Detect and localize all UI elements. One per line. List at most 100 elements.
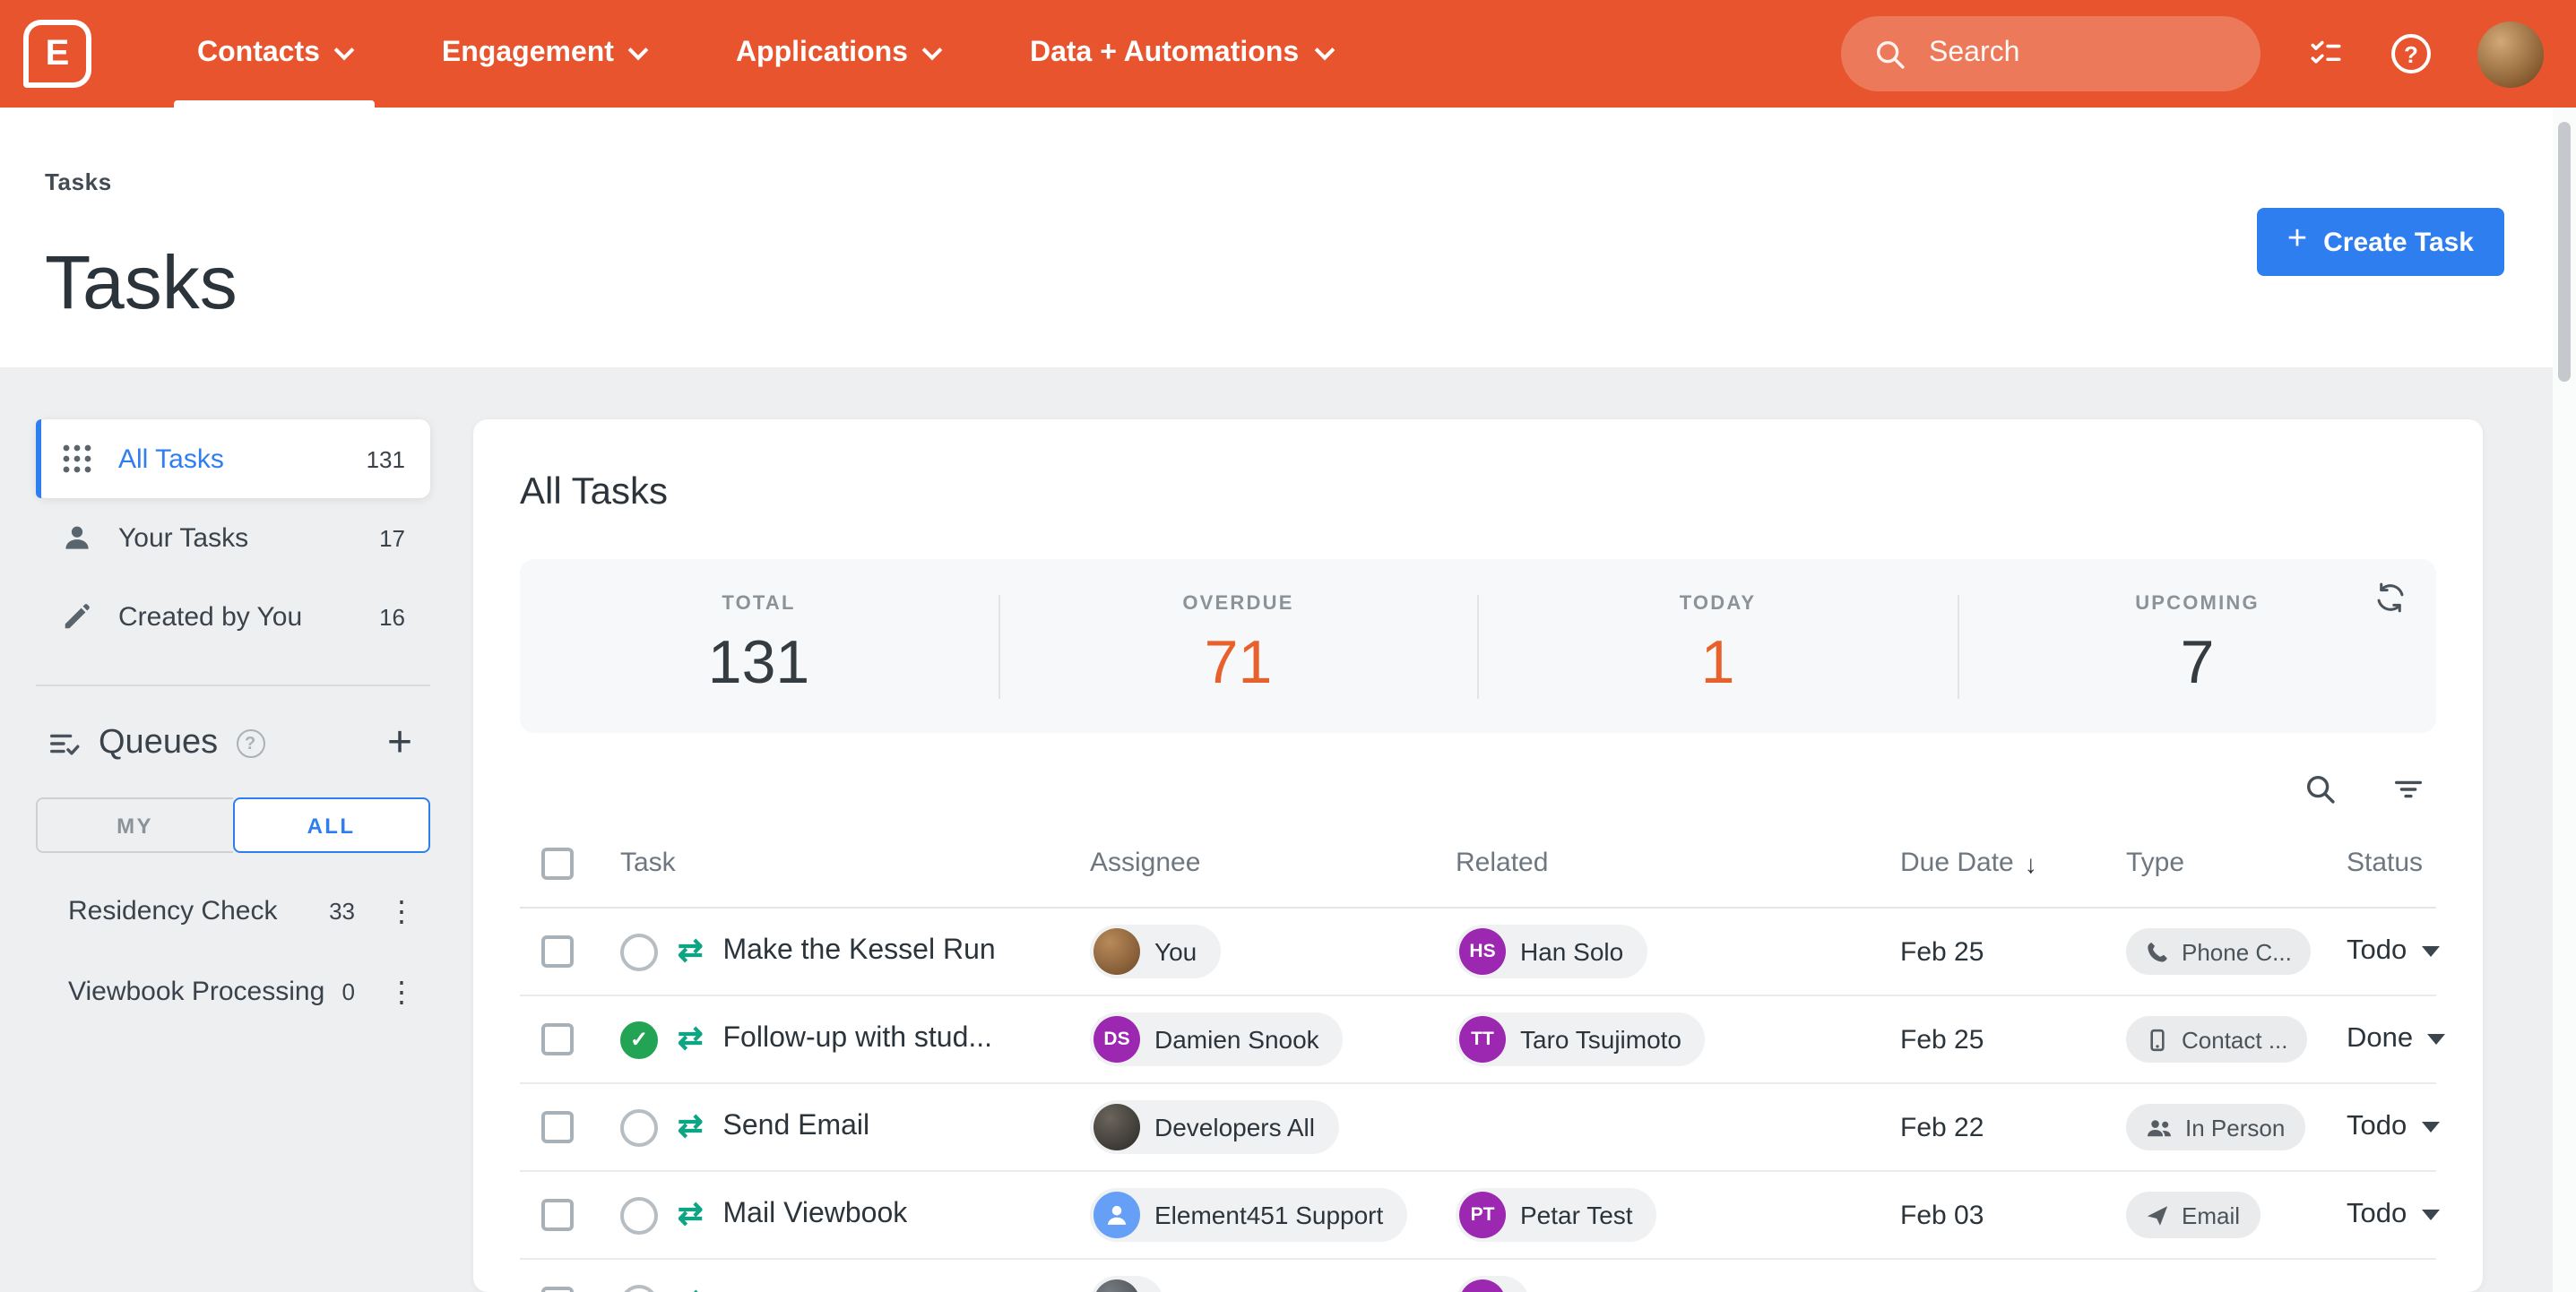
photo-avatar (1094, 1104, 1140, 1150)
nav-item-contacts[interactable]: Contacts (174, 0, 376, 108)
select-all-checkbox[interactable] (541, 847, 574, 879)
table-row: ⇄ Make the Kessel Run You HS Han Solo Feb 25 P… (520, 909, 2440, 996)
assignee-chip[interactable] (1090, 1276, 1163, 1292)
queue-item-viewbook-processing[interactable]: Viewbook Processing 0 ⋮ (36, 952, 430, 1032)
complete-toggle[interactable] (620, 1196, 658, 1234)
queues-tab-my[interactable]: MY (36, 797, 232, 853)
sidebar-item-count: 131 (366, 445, 405, 472)
status-label: Done (2347, 1023, 2414, 1054)
search-placeholder: Search (1929, 38, 2020, 68)
assignee-chip[interactable]: Developers All (1090, 1100, 1338, 1154)
assignee-chip-name: Developers All (1154, 1113, 1315, 1141)
task-checklist-icon[interactable] (2307, 35, 2345, 73)
search-icon (1873, 37, 1907, 71)
search-input[interactable]: Search (1841, 16, 2260, 91)
sidebar-item-count: 17 (379, 524, 405, 551)
row-checkbox[interactable] (541, 1023, 574, 1055)
column-header-task[interactable]: Task (599, 848, 1068, 878)
row-checkbox[interactable] (541, 1111, 574, 1143)
scrollbar[interactable] (2558, 122, 2571, 382)
top-nav: E Contacts Engagement Applications Data … (0, 0, 2576, 108)
page-title: Tasks (45, 240, 238, 324)
task-title[interactable]: Send Email (723, 1111, 870, 1143)
sidebar-item-created-by-you[interactable]: Created by You 16 (36, 577, 430, 656)
task-type-label: Contact ... (2182, 1026, 2288, 1053)
queue-label: Residency Check (68, 896, 278, 926)
due-date: Feb 03 (1900, 1200, 1984, 1230)
nav-item-engagement[interactable]: Engagement (419, 0, 670, 108)
assignee-chip[interactable]: DS Damien Snook (1090, 1012, 1343, 1066)
queues-tab-all[interactable]: ALL (232, 797, 430, 853)
help-icon[interactable]: ? (2391, 34, 2431, 73)
sidebar-item-count: 16 (379, 603, 405, 630)
row-checkbox[interactable] (541, 1199, 574, 1231)
recurring-icon: ⇄ (678, 1109, 704, 1143)
recurring-icon: ⇄ (678, 1197, 704, 1231)
status-dropdown[interactable]: Done (2347, 1023, 2446, 1055)
status-dropdown[interactable]: Todo (2347, 1199, 2440, 1231)
table-search-icon[interactable] (2304, 771, 2338, 805)
column-header-assignee[interactable]: Assignee (1068, 848, 1434, 878)
user-avatar[interactable] (2477, 21, 2544, 87)
initials-avatar: TT (1459, 1016, 1506, 1063)
assignee-chip[interactable]: Element451 Support (1090, 1188, 1407, 1242)
complete-toggle[interactable] (620, 933, 658, 970)
initials-avatar: DS (1094, 1016, 1140, 1063)
column-header-status[interactable]: Status (2325, 848, 2436, 878)
create-task-label: Create Task (2323, 227, 2474, 257)
create-task-button[interactable]: + Create Task (2256, 208, 2504, 276)
related-chip[interactable]: PT Petar Test (1456, 1188, 1656, 1242)
add-queue-button[interactable]: + (387, 721, 427, 765)
status-dropdown[interactable]: Todo (2347, 935, 2440, 968)
column-header-type[interactable]: Type (2105, 848, 2325, 878)
scrollbar-track (2553, 108, 2576, 1292)
status-dropdown[interactable]: Todo (2347, 1111, 2440, 1143)
filter-icon[interactable] (2391, 771, 2425, 805)
assignee-chip-name: You (1154, 937, 1197, 966)
kebab-menu-icon[interactable]: ⋮ (376, 893, 427, 929)
nav-item-applications[interactable]: Applications (713, 0, 964, 108)
complete-toggle[interactable] (620, 1284, 658, 1292)
sidebar-item-your-tasks[interactable]: Your Tasks 17 (36, 498, 430, 577)
column-header-due-date[interactable]: Due Date ↓ (1879, 848, 2105, 878)
element451-logo[interactable]: E (23, 20, 91, 88)
column-header-related[interactable]: Related (1434, 848, 1879, 878)
task-title[interactable]: Make the Kessel Run (723, 935, 996, 968)
related-chip[interactable]: HS Han Solo (1456, 925, 1647, 978)
nav-label: Data + Automations (1029, 38, 1300, 68)
queue-count: 33 (329, 898, 355, 925)
recurring-icon: ⇄ (678, 1285, 704, 1292)
queues-help-icon[interactable]: ? (236, 729, 265, 758)
complete-toggle[interactable] (620, 1108, 658, 1146)
queues-header: Queues ? + (36, 704, 430, 783)
logo-letter: E (45, 33, 70, 73)
table-toolbar (520, 758, 2436, 819)
nav-item-data-automations[interactable]: Data + Automations (1007, 0, 1354, 108)
status-label: Todo (2347, 1199, 2407, 1229)
task-title[interactable]: Follow-up with stud... (723, 1023, 993, 1055)
row-checkbox[interactable] (541, 1287, 574, 1292)
task-type-badge: Email (2126, 1192, 2260, 1238)
photo-avatar (1094, 1279, 1140, 1292)
caret-down-icon (2421, 946, 2440, 957)
row-checkbox[interactable] (541, 935, 574, 968)
chevron-down-icon (922, 39, 944, 60)
kebab-menu-icon[interactable]: ⋮ (376, 974, 427, 1010)
breadcrumb: Tasks (45, 168, 112, 195)
task-title[interactable]: Mail Viewbook (723, 1199, 908, 1231)
nav-label: Engagement (441, 38, 614, 68)
related-chip[interactable]: TT Taro Tsujimoto (1456, 1012, 1706, 1066)
complete-toggle[interactable]: ✓ (620, 1021, 658, 1058)
queue-list: Residency Check 33 ⋮ Viewbook Processing… (36, 871, 430, 1032)
queues-icon (47, 726, 81, 762)
due-date: Feb 25 (1900, 936, 1984, 967)
sidebar-item-all-tasks[interactable]: All Tasks 131 (36, 419, 430, 498)
photo-avatar (1094, 928, 1140, 975)
person-avatar (1094, 1192, 1140, 1238)
assignee-chip[interactable]: You (1090, 925, 1221, 978)
assignee-chip-name: Damien Snook (1154, 1025, 1319, 1054)
refresh-icon[interactable] (2373, 581, 2407, 624)
related-chip[interactable] (1456, 1276, 1529, 1292)
queue-item-residency-check[interactable]: Residency Check 33 ⋮ (36, 871, 430, 952)
task-type-label: Phone C... (2182, 938, 2292, 965)
